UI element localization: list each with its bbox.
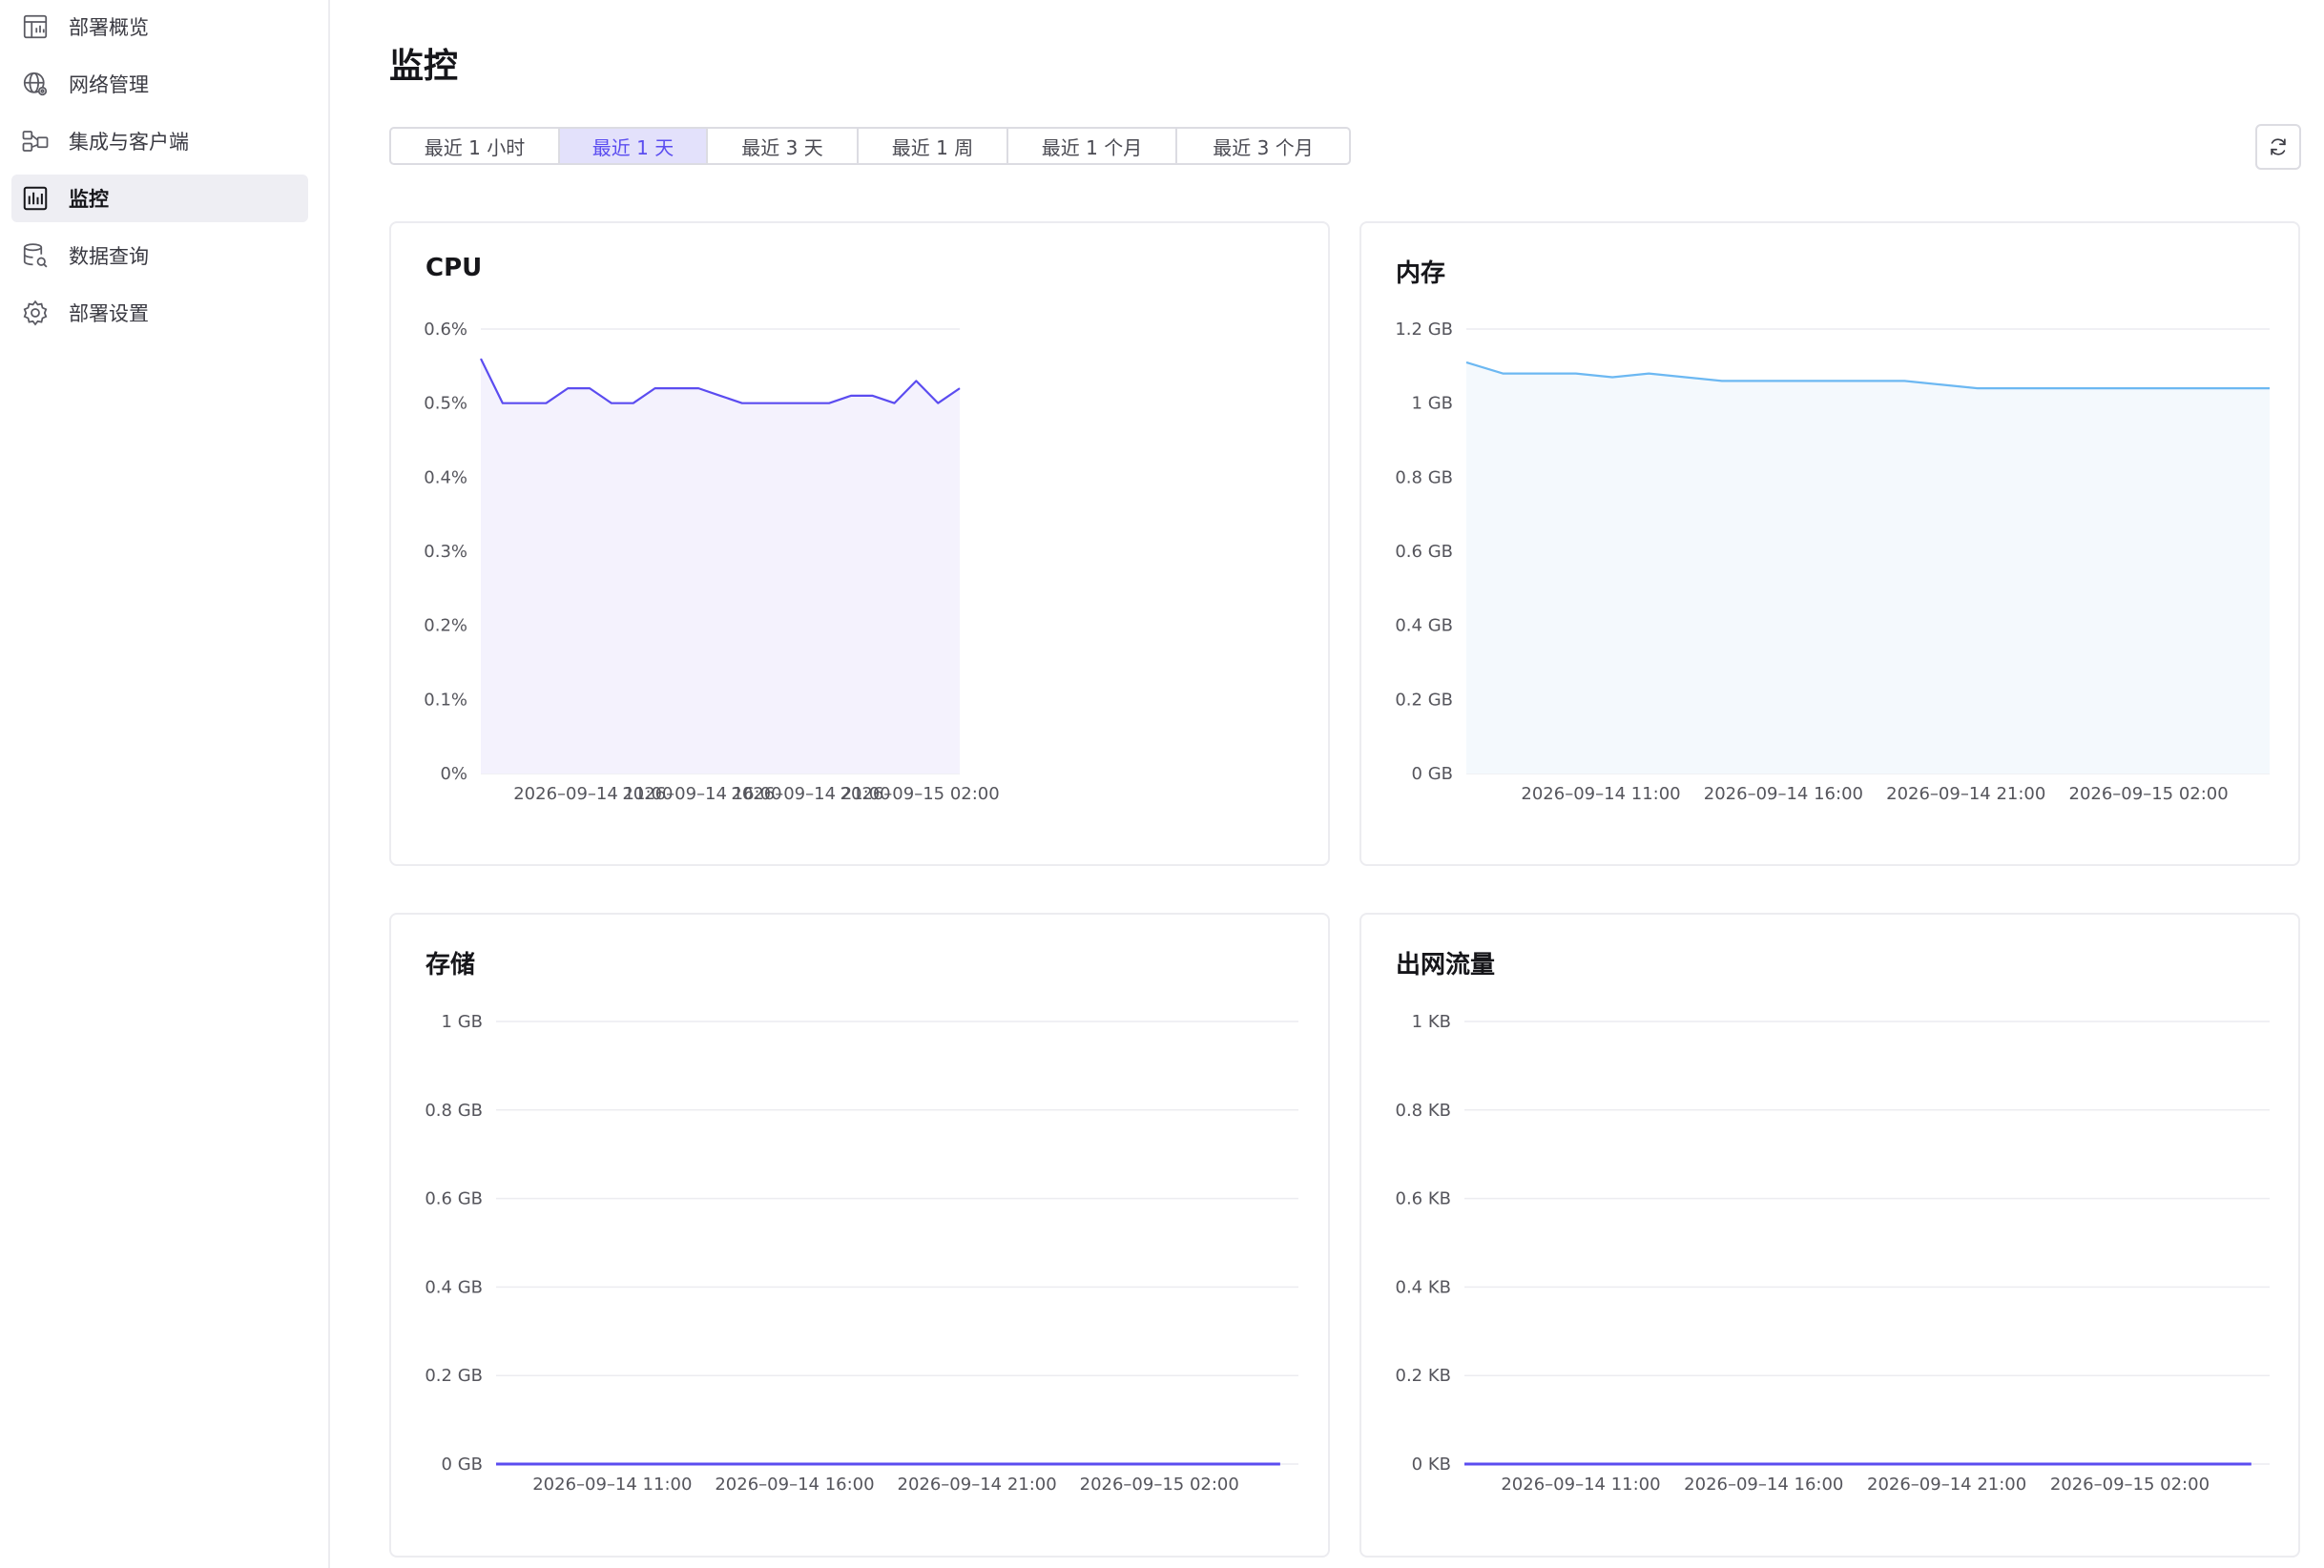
- y-tick-label: 0.2%: [424, 616, 467, 636]
- sidebar-item-monitoring[interactable]: 监控: [11, 175, 308, 222]
- gear-icon: [21, 299, 50, 327]
- refresh-icon: [2271, 138, 2286, 155]
- bar-chart-icon: [21, 184, 50, 213]
- x-tick-label: 2026–09–15 02:00: [2069, 784, 2229, 804]
- refresh-button[interactable]: [2255, 124, 2301, 170]
- sidebar-item-label: 集成与客户端: [69, 131, 189, 154]
- sidebar-item-integrations[interactable]: 集成与客户端: [11, 117, 308, 165]
- x-tick-label: 2026–09–14 11:00: [532, 1475, 692, 1495]
- sidebar-item-overview[interactable]: 部署概览: [11, 3, 308, 51]
- cpu-chart-card: CPU 0% 0.1% 0.2% 0.3% 0.4% 0.5% 0.6% 2026–09–14…: [389, 221, 1330, 866]
- x-tick-label: 2026–09–15 02:00: [2050, 1475, 2210, 1495]
- range-button-3d[interactable]: 最近 3 天: [708, 129, 859, 163]
- y-tick-label: 0.5%: [424, 394, 467, 414]
- x-tick-label: 2026–09–15 02:00: [840, 784, 1000, 804]
- sidebar-item-label: 监控: [69, 188, 109, 211]
- sidebar-item-label: 部署概览: [69, 16, 149, 39]
- storage-chart: 0 GB 0.2 GB 0.4 GB 0.6 GB 0.8 GB 1 GB 2026–09–…: [425, 1012, 1298, 1495]
- y-tick-label: 0 GB: [1412, 764, 1453, 784]
- y-tick-label: 0.6 GB: [425, 1189, 483, 1209]
- y-tick-label: 0.4 KB: [1396, 1277, 1452, 1297]
- y-tick-label: 0.3%: [424, 542, 467, 562]
- y-tick-label: 0.8 GB: [425, 1101, 483, 1121]
- y-tick-label: 1 KB: [1412, 1012, 1451, 1032]
- series-line: [480, 358, 961, 404]
- y-tick-label: 0.6 GB: [1395, 542, 1453, 562]
- y-tick-label: 0.8 KB: [1396, 1101, 1452, 1121]
- x-tick-label: 2026–09–14 16:00: [715, 1475, 874, 1495]
- series-area: [1466, 361, 2270, 774]
- x-tick-label: 2026–09–14 11:00: [1501, 1475, 1660, 1495]
- sidebar-item-settings[interactable]: 部署设置: [11, 289, 308, 337]
- egress-chart: 0 KB 0.2 KB 0.4 KB 0.6 KB 0.8 KB 1 KB 2026–09–…: [1396, 1012, 2270, 1495]
- memory-chart: 0 GB 0.2 GB 0.4 GB 0.6 GB 0.8 GB 1 GB 1.2 GB 20…: [1395, 320, 2270, 804]
- sidebar-item-network[interactable]: 网络管理: [11, 60, 308, 108]
- y-tick-label: 0.4 GB: [425, 1277, 483, 1297]
- y-tick-label: 0%: [440, 764, 467, 784]
- y-tick-label: 0 KB: [1412, 1455, 1451, 1475]
- y-tick-label: 0.6 KB: [1396, 1189, 1452, 1209]
- sidebar-item-label: 数据查询: [69, 245, 149, 268]
- range-button-1d[interactable]: 最近 1 天: [560, 129, 708, 163]
- globe-gear-icon: [21, 70, 50, 98]
- x-tick-label: 2026–09–14 21:00: [1886, 784, 2045, 804]
- x-tick-label: 2026–09–14 16:00: [1684, 1475, 1843, 1495]
- sidebar: 部署概览 网络管理 集成与客户端 监控 数据查询 部署设置: [0, 0, 330, 1568]
- y-tick-label: 1.2 GB: [1395, 320, 1453, 340]
- integration-icon: [21, 127, 50, 155]
- time-range-selector: 最近 1 小时 最近 1 天 最近 3 天 最近 1 周 最近 1 个月 最近 …: [389, 127, 1351, 165]
- y-tick-label: 0.6%: [424, 320, 467, 340]
- x-tick-label: 2026–09–14 11:00: [1521, 784, 1680, 804]
- y-tick-label: 0.4 GB: [1395, 616, 1453, 636]
- page-title: 监控: [389, 47, 459, 86]
- y-tick-label: 0.2 GB: [425, 1366, 483, 1386]
- memory-chart-card: 内存 0 GB 0.2 GB 0.4 GB 0.6 GB 0.8 GB 1 GB 1.2 G…: [1359, 221, 2300, 866]
- y-tick-label: 0 GB: [442, 1455, 483, 1475]
- y-tick-label: 0.2 GB: [1395, 690, 1453, 710]
- series-area: [481, 359, 960, 774]
- sidebar-item-label: 网络管理: [69, 73, 149, 96]
- database-search-icon: [21, 241, 50, 270]
- x-tick-label: 2026–09–14 16:00: [1704, 784, 1863, 804]
- y-tick-label: 0.2 KB: [1396, 1366, 1452, 1386]
- cpu-chart: 0%0.1%0.2%0.3%0.4%0.5%0.6%2026–09–14 11:…: [424, 320, 1000, 804]
- sidebar-item-label: 部署设置: [69, 302, 149, 325]
- y-tick-label: 1 GB: [442, 1012, 483, 1032]
- x-tick-label: 2026–09–15 02:00: [1080, 1475, 1239, 1495]
- sidebar-item-data-query[interactable]: 数据查询: [11, 232, 308, 279]
- y-tick-label: 0.4%: [424, 467, 467, 487]
- dashboard-icon: [21, 12, 50, 41]
- x-tick-label: 2026–09–14 21:00: [898, 1475, 1057, 1495]
- storage-chart-card: 存储 0 GB 0.2 GB 0.4 GB 0.6 GB 0.8 GB 1 GB 2026–…: [389, 913, 1330, 1558]
- range-button-1w[interactable]: 最近 1 周: [859, 129, 1008, 163]
- y-tick-label: 1 GB: [1412, 394, 1453, 414]
- range-button-1m[interactable]: 最近 1 个月: [1008, 129, 1177, 163]
- egress-chart-card: 出网流量 0 KB 0.2 KB 0.4 KB 0.6 KB 0.8 KB 1 KB 202…: [1359, 913, 2300, 1558]
- y-tick-label: 0.1%: [424, 690, 467, 710]
- x-tick-label: 2026–09–14 21:00: [1867, 1475, 2026, 1495]
- y-tick-label: 0.8 GB: [1395, 467, 1453, 487]
- range-button-1h[interactable]: 最近 1 小时: [391, 129, 560, 163]
- range-button-3m[interactable]: 最近 3 个月: [1177, 129, 1349, 163]
